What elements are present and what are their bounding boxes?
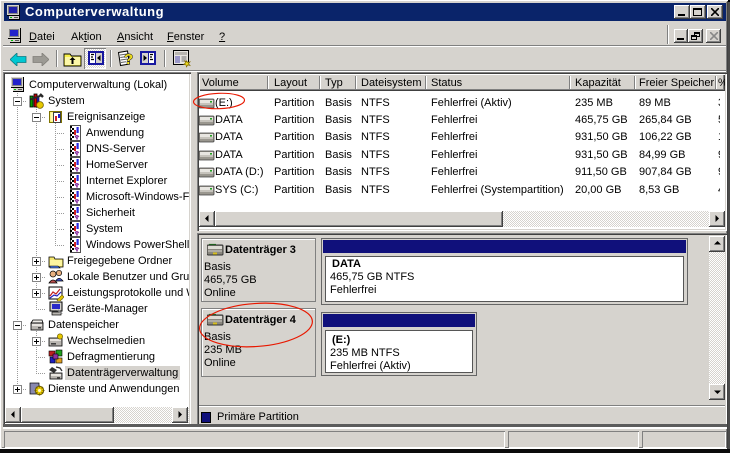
svg-text:?: ? bbox=[124, 51, 133, 68]
